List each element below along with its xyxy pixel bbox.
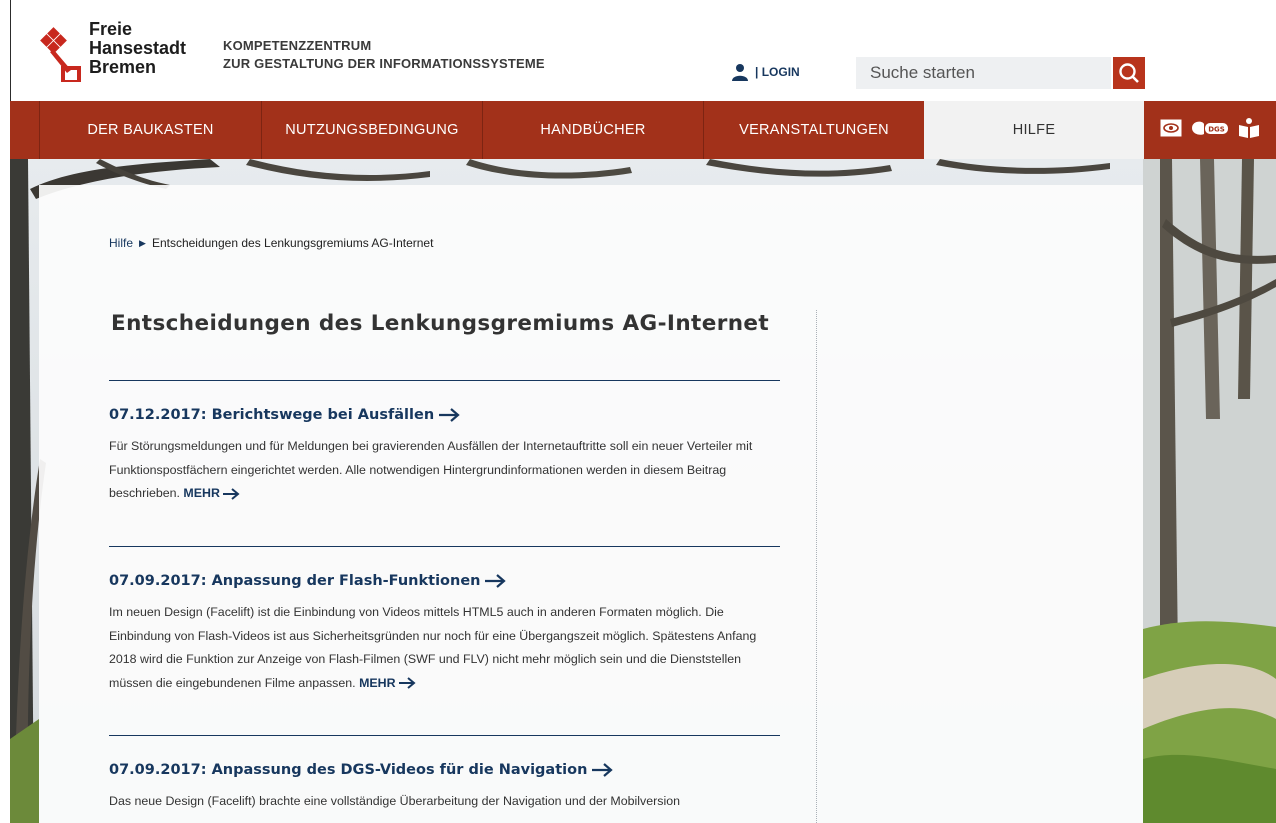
logo-wordmark[interactable]: Freie Hansestadt Bremen: [89, 20, 186, 77]
article-title-link[interactable]: 07.09.2017: Anpassung der Flash-Funktion…: [109, 573, 780, 589]
window-frame: [0, 0, 10, 823]
accessibility-icons: DGS: [1160, 117, 1260, 139]
bremen-key-logo-icon[interactable]: [37, 26, 81, 82]
logo-line: Bremen: [89, 57, 157, 77]
column-divider: [816, 310, 817, 823]
eye-icon[interactable]: [1160, 119, 1182, 137]
arrow-right-icon: [485, 574, 507, 588]
breadcrumb: Hilfe ▶ Entscheidungen des Lenkungsgremi…: [109, 236, 433, 250]
dgs-label: DGS: [1208, 126, 1225, 134]
article-item: 07.09.2017: Anpassung des DGS-Videos für…: [109, 735, 780, 814]
nav-item-hilfe[interactable]: HILFE: [924, 101, 1144, 159]
more-link[interactable]: MEHR: [359, 672, 416, 696]
main-navigation: DER BAUKASTEN NUTZUNGSBEDINGUNG HANDBÜCH…: [10, 101, 1276, 159]
nav-item-veranstaltungen[interactable]: VERANSTALTUNGEN: [703, 101, 924, 159]
search-box: [856, 57, 1156, 89]
nav-item-label: NUTZUNGSBEDINGUNG: [285, 122, 459, 138]
more-link[interactable]: MEHR: [183, 482, 240, 506]
arrow-right-icon: [439, 408, 460, 422]
login-label: | LOGIN: [755, 65, 800, 79]
nav-item-nutzungsbedingung[interactable]: NUTZUNGSBEDINGUNG: [261, 101, 482, 159]
login-link[interactable]: | LOGIN: [731, 62, 800, 82]
article-teaser: Für Störungsmeldungen und für Meldungen …: [109, 435, 780, 506]
search-icon: [1119, 63, 1139, 83]
page-title: Entscheidungen des Lenkungsgremiums AG-I…: [111, 311, 770, 336]
article-teaser: Das neue Design (Facelift) brachte eine …: [109, 790, 780, 814]
breadcrumb-separator-icon: ▶: [139, 237, 146, 248]
nav-item-der-baukasten[interactable]: DER BAUKASTEN: [39, 101, 261, 159]
content-card: Hilfe ▶ Entscheidungen des Lenkungsgremi…: [39, 185, 1143, 823]
logo-line: Freie: [89, 19, 133, 39]
article-title: 07.09.2017: Anpassung des DGS-Videos für…: [109, 762, 588, 778]
article-title: 07.12.2017: Berichtswege bei Ausfällen: [109, 407, 435, 423]
article-teaser-text: Das neue Design (Facelift) brachte eine …: [109, 794, 680, 808]
arrow-right-icon: [592, 763, 614, 777]
easy-language-book-icon[interactable]: [1238, 117, 1260, 139]
logo-line: Hansestadt: [89, 38, 187, 58]
dgs-sign-language-icon[interactable]: DGS: [1190, 118, 1230, 138]
nav-item-label: DER BAUKASTEN: [87, 122, 214, 138]
search-button[interactable]: [1113, 57, 1145, 89]
arrow-right-icon: [398, 677, 416, 690]
article-teaser: Im neuen Design (Facelift) ist die Einbi…: [109, 601, 780, 695]
arrow-right-icon: [222, 487, 240, 500]
nav-item-handbuecher[interactable]: HANDBÜCHER: [482, 101, 703, 159]
more-label: MEHR: [183, 486, 220, 500]
nav-item-label: HANDBÜCHER: [540, 122, 646, 138]
more-label: MEHR: [359, 675, 396, 690]
article-item: 07.09.2017: Anpassung der Flash-Funktion…: [109, 546, 780, 695]
nav-item-label: HILFE: [1012, 122, 1056, 138]
organisation-name: KOMPETENZZENTRUM ZUR GESTALTUNG DER INFO…: [223, 37, 545, 73]
site-header: Freie Hansestadt Bremen KOMPETENZZENTRUM…: [10, 0, 1276, 101]
breadcrumb-current: Entscheidungen des Lenkungsgremiums AG-I…: [151, 236, 434, 250]
article-title-link[interactable]: 07.12.2017: Berichtswege bei Ausfällen: [109, 407, 780, 423]
article-title: 07.09.2017: Anpassung der Flash-Funktion…: [109, 573, 481, 589]
search-input[interactable]: [856, 57, 1111, 89]
nav-item-label: VERANSTALTUNGEN: [739, 122, 889, 138]
organisation-line-1: KOMPETENZZENTRUM: [223, 38, 372, 53]
article-item: 07.12.2017: Berichtswege bei Ausfällen F…: [109, 380, 780, 506]
organisation-line-2: ZUR GESTALTUNG DER INFORMATIONSSYSTEME: [223, 56, 545, 71]
article-teaser-text: Im neuen Design (Facelift) ist die Einbi…: [109, 605, 757, 690]
article-title-link[interactable]: 07.09.2017: Anpassung des DGS-Videos für…: [109, 762, 780, 778]
breadcrumb-link-hilfe[interactable]: Hilfe: [109, 236, 133, 250]
user-icon: [732, 64, 748, 81]
